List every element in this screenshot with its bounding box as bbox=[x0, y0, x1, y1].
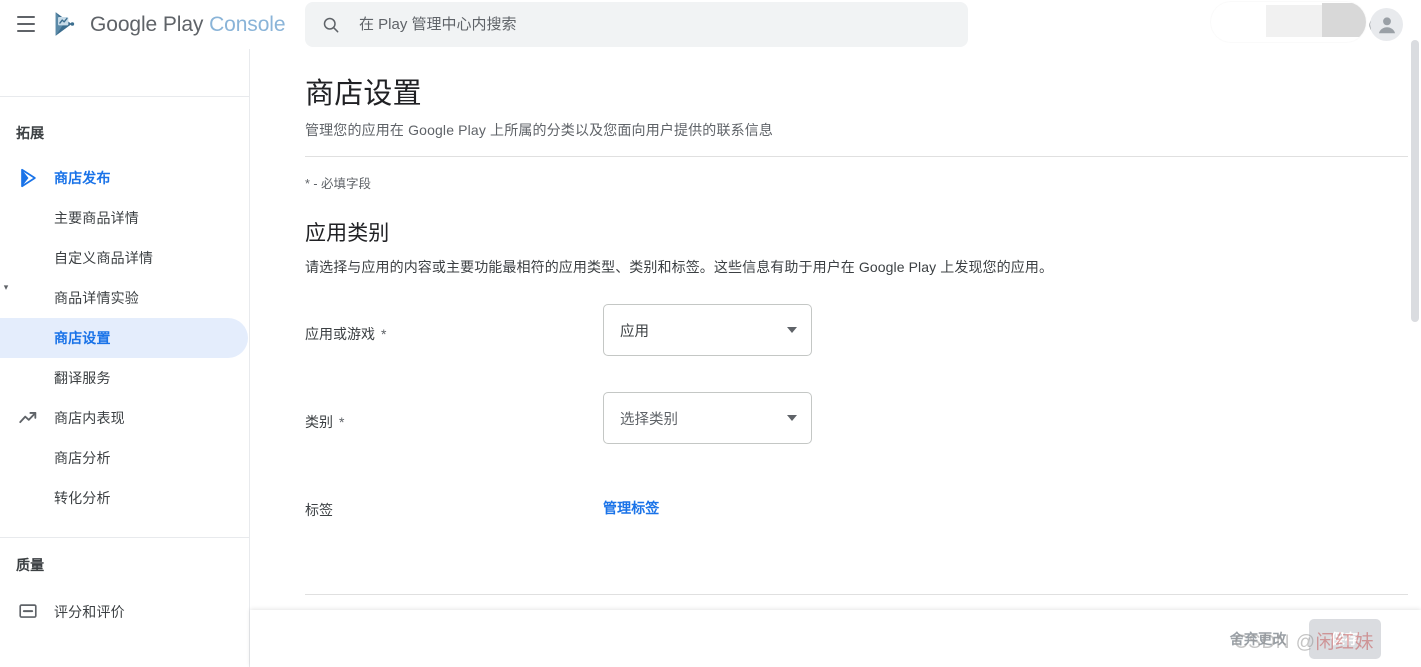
top-app-bar: Google Play Console 在 Play 管理中心内搜索 bbox=[0, 0, 1421, 49]
brand-logo-group[interactable]: Google Play Console bbox=[51, 6, 285, 42]
sidebar-item-main-store-listing[interactable]: 主要商品详情 bbox=[0, 198, 248, 238]
sidebar-item-label: 商店发布 bbox=[54, 168, 111, 188]
sidebar-item-label: 自定义商品详情 bbox=[0, 248, 153, 268]
required-asterisk: * bbox=[339, 414, 344, 430]
sidebar-divider bbox=[0, 96, 250, 97]
sidebar-item-label: 翻译服务 bbox=[0, 368, 111, 388]
select-app-or-game[interactable]: 应用 bbox=[603, 304, 812, 356]
save-button[interactable]: 保存 bbox=[1309, 619, 1381, 659]
brand-google-text: Google bbox=[90, 13, 157, 36]
sidebar-item-conversion-analytics[interactable]: 转化分析 bbox=[0, 478, 248, 518]
sidebar-item-custom-store-listing[interactable]: 自定义商品详情 bbox=[0, 238, 248, 278]
field-label-category: 类别 * bbox=[305, 412, 344, 432]
google-play-triangle-icon bbox=[16, 166, 40, 190]
sidebar-item-store-listing[interactable]: ▾ 商店发布 bbox=[0, 158, 248, 198]
section-heading-app-category: 应用类别 bbox=[305, 217, 389, 247]
redacted-block bbox=[1322, 3, 1366, 37]
sidebar-section-title-expand: 拓展 bbox=[16, 123, 44, 143]
page-scrollbar-track[interactable] bbox=[1409, 49, 1421, 667]
header-divider bbox=[305, 156, 1408, 157]
page-title: 商店设置 bbox=[305, 70, 422, 112]
hamburger-bar bbox=[17, 23, 35, 25]
hamburger-menu-icon[interactable] bbox=[13, 11, 39, 37]
ratings-reviews-icon bbox=[16, 600, 40, 624]
brand-play-text: Play bbox=[163, 13, 203, 36]
trending-up-icon bbox=[16, 406, 40, 430]
select-value-app-or-game: 应用 bbox=[620, 320, 779, 341]
sidebar-item-store-listing-experiments[interactable]: 商品详情实验 bbox=[0, 278, 248, 318]
account-avatar-icon[interactable] bbox=[1370, 8, 1403, 41]
search-placeholder-text: 在 Play 管理中心内搜索 bbox=[359, 17, 517, 32]
main-content-area: 商店设置 管理您的应用在 Google Play 上所属的分类以及您面向用户提供… bbox=[250, 49, 1421, 667]
brand-wordmark: Google Play Console bbox=[90, 14, 285, 35]
section-description: 请选择与应用的内容或主要功能最相符的应用类型、类别和标签。这些信息有助于用户在 … bbox=[305, 257, 1053, 277]
sidebar-item-label: 评分和评价 bbox=[54, 602, 125, 622]
sidebar-item-ratings-and-reviews[interactable]: 评分和评价 bbox=[0, 592, 248, 632]
sidebar-item-store-performance[interactable]: ▾ 商店内表现 bbox=[0, 398, 248, 438]
field-label-text: 应用或游戏 bbox=[305, 326, 375, 342]
required-asterisk: * bbox=[381, 326, 386, 342]
chevron-down-icon bbox=[787, 327, 797, 333]
field-label-app-or-game: 应用或游戏 * bbox=[305, 324, 386, 344]
hamburger-bar bbox=[17, 30, 35, 32]
sidebar-item-label: 商店分析 bbox=[0, 448, 111, 468]
sidebar-item-label: 商店设置 bbox=[0, 328, 111, 348]
sidebar-item-label: 转化分析 bbox=[0, 488, 111, 508]
section-divider bbox=[305, 594, 1408, 595]
field-label-text: 类别 bbox=[305, 414, 333, 430]
search-icon bbox=[321, 15, 341, 35]
sidebar-item-store-analytics[interactable]: 商店分析 bbox=[0, 438, 248, 478]
sidebar-item-label: 主要商品详情 bbox=[0, 208, 139, 228]
google-play-console-window: Google Play Console 在 Play 管理中心内搜索 bbox=[0, 0, 1421, 667]
discard-changes-button[interactable]: 舍弃更改 bbox=[1216, 620, 1301, 658]
sidebar-divider bbox=[0, 537, 250, 538]
page-scrollbar-thumb[interactable] bbox=[1411, 40, 1419, 322]
sidebar-item-store-settings[interactable]: 商店设置 bbox=[0, 318, 248, 358]
google-play-logo-icon bbox=[51, 9, 81, 39]
manage-tags-link[interactable]: 管理标签 bbox=[603, 498, 659, 518]
field-label-text: 标签 bbox=[305, 502, 333, 518]
bottom-action-bar: 舍弃更改 保存 bbox=[250, 610, 1421, 667]
sidebar-item-label: 商品详情实验 bbox=[0, 288, 139, 308]
select-category[interactable]: 选择类别 bbox=[603, 392, 812, 444]
redacted-account-chip bbox=[1211, 2, 1366, 42]
sidebar-item-settings[interactable]: 设置 bbox=[0, 49, 250, 63]
hamburger-bar bbox=[17, 16, 35, 18]
chevron-down-icon bbox=[787, 415, 797, 421]
page-subtitle: 管理您的应用在 Google Play 上所属的分类以及您面向用户提供的联系信息 bbox=[305, 120, 773, 140]
sidebar-item-label: 商店内表现 bbox=[54, 408, 125, 428]
sidebar-section-title-quality: 质量 bbox=[16, 555, 44, 575]
required-fields-note: * - 必填字段 bbox=[305, 173, 371, 192]
gear-icon bbox=[14, 49, 38, 51]
redacted-block bbox=[1266, 5, 1322, 37]
brand-console-text: Console bbox=[209, 13, 285, 36]
left-sidebar: 设置 拓展 ▾ 商店发布 主要商品详情 自定义商品详情 商品详情实验 商店设置 bbox=[0, 49, 250, 667]
sidebar-settings-label: 设置 bbox=[54, 49, 83, 50]
search-input[interactable]: 在 Play 管理中心内搜索 bbox=[305, 2, 968, 47]
sidebar-item-translation-service[interactable]: 翻译服务 bbox=[0, 358, 248, 398]
field-label-tags: 标签 bbox=[305, 500, 333, 520]
select-value-category: 选择类别 bbox=[620, 408, 779, 429]
